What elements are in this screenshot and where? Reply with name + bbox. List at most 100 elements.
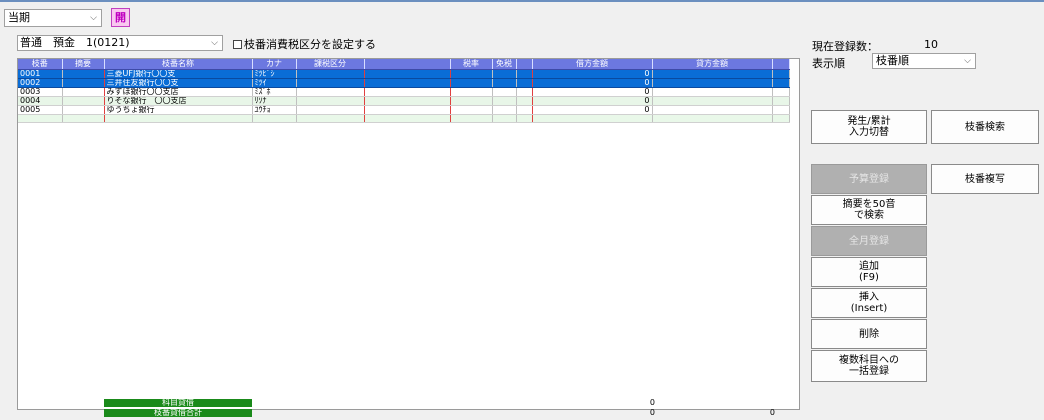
cell-name[interactable]: みずほ銀行〇〇支店 xyxy=(104,87,253,97)
cell-tax-class[interactable] xyxy=(296,96,365,106)
bulk-register-label-1: 複数科目への xyxy=(839,355,899,366)
cell-kana[interactable]: ﾐｽﾞﾎ xyxy=(252,87,297,97)
cell-end xyxy=(772,96,790,106)
bulk-register-button[interactable]: 複数科目への 一括登録 xyxy=(811,350,927,382)
col-header-tax-rate[interactable]: 税率 xyxy=(450,59,493,70)
cell-code[interactable]: 0001 xyxy=(18,69,63,79)
delete-label: 削除 xyxy=(859,328,879,340)
display-order-select[interactable]: 枝番順 ⌵ xyxy=(872,53,976,69)
cell-name[interactable]: りそな銀行 〇〇支店 xyxy=(104,96,253,106)
cell-credit[interactable] xyxy=(652,96,773,106)
cell-code[interactable]: 0004 xyxy=(18,96,63,106)
table-row[interactable]: 0002 三井住友銀行〇〇支 ﾐﾂｲ 0 xyxy=(18,78,790,88)
cell-debit[interactable] xyxy=(532,114,653,123)
checkbox-box[interactable] xyxy=(233,40,242,49)
col-header-kana[interactable]: カナ xyxy=(252,59,297,70)
period-select[interactable]: 当期 ⌵ xyxy=(4,9,102,27)
cell-tax-rate[interactable] xyxy=(450,105,493,115)
kana-search-button[interactable]: 摘要を50音 で検索 xyxy=(811,195,927,225)
cell-credit[interactable] xyxy=(652,87,773,97)
col-header-credit[interactable]: 貸方金額 xyxy=(652,59,773,70)
cell-debit[interactable]: 0 xyxy=(532,105,653,115)
cell-tax-rate[interactable] xyxy=(450,69,493,79)
cell-tax-exempt[interactable] xyxy=(492,96,517,106)
cell-code[interactable] xyxy=(18,114,63,123)
display-order-value: 枝番順 xyxy=(876,54,909,67)
cell-tax-exempt[interactable] xyxy=(492,69,517,79)
cell-tax-class[interactable] xyxy=(296,78,365,88)
budget-register-button[interactable]: 予算登録 xyxy=(811,164,927,194)
cell-name[interactable]: 三菱UFJ銀行〇〇支 xyxy=(104,69,253,79)
cell-credit[interactable] xyxy=(652,114,773,123)
col-header-tax-class[interactable]: 課税区分 xyxy=(296,59,365,70)
cell-tax-rate[interactable] xyxy=(450,114,493,123)
cell-kana[interactable]: ﾕｳﾁｮ xyxy=(252,105,297,115)
cell-kana[interactable]: ﾘｿﾅ xyxy=(252,96,297,106)
cell-tax-class[interactable] xyxy=(296,105,365,115)
col-header-summary[interactable]: 摘要 xyxy=(62,59,105,70)
cell-tax-exempt[interactable] xyxy=(492,87,517,97)
cell-debit[interactable]: 0 xyxy=(532,78,653,88)
cell-summary[interactable] xyxy=(62,69,105,79)
add-button[interactable]: 追加 (F9) xyxy=(811,257,927,287)
delete-button[interactable]: 削除 xyxy=(811,319,927,349)
cell-tax-exempt[interactable] xyxy=(492,105,517,115)
cell-debit[interactable]: 0 xyxy=(532,87,653,97)
cell-debit[interactable]: 0 xyxy=(532,96,653,106)
input-toggle-button[interactable]: 発生/累計 入力切替 xyxy=(811,110,927,144)
cell-tax-exempt[interactable] xyxy=(492,78,517,88)
cell-tax-class[interactable] xyxy=(296,87,365,97)
cell-blank xyxy=(516,105,533,115)
cell-summary[interactable] xyxy=(62,96,105,106)
cell-end xyxy=(772,69,790,79)
branch-search-button[interactable]: 枝番検索 xyxy=(931,110,1039,144)
branch-copy-button[interactable]: 枝番複写 xyxy=(931,164,1039,194)
cell-blank xyxy=(364,87,451,97)
cell-name[interactable] xyxy=(104,114,253,123)
chevron-down-icon: ⌵ xyxy=(964,56,971,66)
table-row[interactable]: 0004 りそな銀行 〇〇支店 ﾘｿﾅ 0 xyxy=(18,96,790,106)
col-header-tax-exempt[interactable]: 免税 xyxy=(492,59,517,70)
cell-tax-class[interactable] xyxy=(296,69,365,79)
cell-debit[interactable]: 0 xyxy=(532,69,653,79)
insert-button[interactable]: 挿入 (Insert) xyxy=(811,288,927,318)
table-row[interactable]: 0003 みずほ銀行〇〇支店 ﾐｽﾞﾎ 0 xyxy=(18,87,790,97)
cell-code[interactable]: 0002 xyxy=(18,78,63,88)
cell-credit[interactable] xyxy=(652,78,773,88)
cell-summary[interactable] xyxy=(62,87,105,97)
open-button[interactable]: 開 xyxy=(111,8,130,27)
cell-credit[interactable] xyxy=(652,105,773,115)
cell-tax-rate[interactable] xyxy=(450,87,493,97)
col-header-name[interactable]: 枝番名称 xyxy=(104,59,253,70)
cell-summary[interactable] xyxy=(62,78,105,88)
col-header-debit[interactable]: 借方金額 xyxy=(532,59,653,70)
grid-header-row: 枝番 摘要 枝番名称 カナ 課税区分 税率 免税 借方金額 貸方金額 xyxy=(18,59,790,70)
table-row[interactable]: 0005 ゆうちょ銀行 ﾕｳﾁｮ 0 xyxy=(18,105,790,115)
account-select[interactable]: 普通 預金 1(0121) ⌵ xyxy=(17,35,223,51)
cell-tax-exempt[interactable] xyxy=(492,114,517,123)
cell-name[interactable]: ゆうちょ銀行 xyxy=(104,105,253,115)
cell-kana[interactable]: ﾐﾂｲ xyxy=(252,78,297,88)
tax-category-checkbox[interactable]: 枝番消費税区分を設定する xyxy=(233,38,376,51)
cell-name[interactable]: 三井住友銀行〇〇支 xyxy=(104,78,253,88)
all-month-register-button[interactable]: 全月登録 xyxy=(811,226,927,256)
cell-tax-rate[interactable] xyxy=(450,96,493,106)
col-header-code[interactable]: 枝番 xyxy=(18,59,63,70)
cell-tax-class[interactable] xyxy=(296,114,365,123)
cell-summary[interactable] xyxy=(62,105,105,115)
cell-tax-rate[interactable] xyxy=(450,78,493,88)
table-row[interactable]: 0001 三菱UFJ銀行〇〇支 ﾐﾂﾋﾞｼ 0 xyxy=(18,69,790,79)
tax-category-checkbox-label: 枝番消費税区分を設定する xyxy=(244,38,376,51)
table-row-new[interactable] xyxy=(18,114,790,123)
insert-label-2: (Insert) xyxy=(850,303,888,314)
cell-code[interactable]: 0003 xyxy=(18,87,63,97)
branch-copy-label: 枝番複写 xyxy=(965,173,1005,185)
insert-label-1: 挿入 xyxy=(859,292,879,303)
cell-summary[interactable] xyxy=(62,114,105,123)
cell-kana[interactable] xyxy=(252,114,297,123)
cell-code[interactable]: 0005 xyxy=(18,105,63,115)
registration-count: 現在登録数： 10 xyxy=(812,38,938,54)
branch-grid[interactable]: 枝番 摘要 枝番名称 カナ 課税区分 税率 免税 借方金額 貸方金額 0001 … xyxy=(17,58,800,410)
cell-kana[interactable]: ﾐﾂﾋﾞｼ xyxy=(252,69,297,79)
cell-credit[interactable] xyxy=(652,69,773,79)
